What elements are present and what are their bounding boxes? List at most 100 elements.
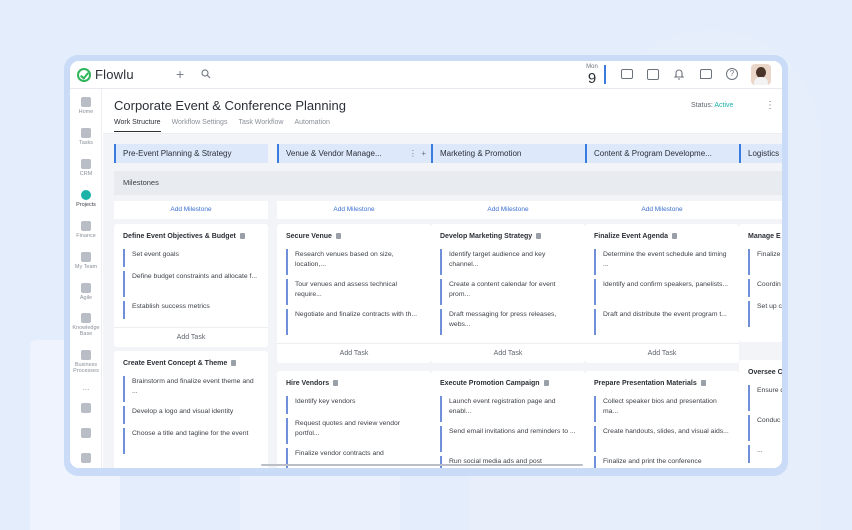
milestone-card[interactable]: Secure Venue Research venues based on si…: [277, 224, 431, 363]
list-item[interactable]: Identify and confirm speakers, panelists…: [594, 279, 730, 305]
column-header[interactable]: Pre-Event Planning & Strategy: [114, 144, 268, 163]
list-item[interactable]: Identify target audience and key channel…: [440, 249, 576, 275]
add-task-button[interactable]: Add Task: [277, 343, 431, 363]
list-item[interactable]: Identify key vendors: [286, 396, 422, 414]
add-milestone-button[interactable]: Add Milestone: [585, 201, 739, 219]
sidebar-item-label: Home: [78, 109, 94, 115]
milestone-card[interactable]: Create Event Concept & Theme Brainstorm …: [114, 351, 268, 468]
document-icon: [333, 380, 339, 386]
milestones-row: Milestones: [114, 171, 782, 195]
column-header[interactable]: Venue & Vendor Manage... ⋮ +: [277, 144, 431, 163]
sidebar-item-projects[interactable]: Projects: [70, 190, 102, 208]
mail-icon[interactable]: [621, 69, 633, 79]
list-item[interactable]: Conduc all st...: [748, 415, 782, 441]
list-item[interactable]: Draft and distribute the event program t…: [594, 309, 730, 335]
user-avatar[interactable]: [751, 64, 771, 85]
list-item[interactable]: Coordin: [748, 279, 782, 297]
list-item[interactable]: Finalize and s...: [748, 249, 782, 275]
tab-workflow-settings[interactable]: Workflow Settings: [172, 119, 228, 132]
document-icon: [672, 233, 678, 239]
list-item[interactable]: Create a content calendar for event prom…: [440, 279, 576, 305]
list-item[interactable]: Brainstorm and finalize event theme and …: [123, 376, 259, 402]
list-item[interactable]: Tour venues and assess technical require…: [286, 279, 422, 305]
sidebar-item-agile[interactable]: Agile: [70, 283, 102, 301]
date-widget[interactable]: Mon 9: [582, 64, 602, 86]
column-header[interactable]: Logistics: [739, 144, 782, 163]
home-icon: [81, 97, 91, 107]
column-tools[interactable]: ⋮ +: [409, 144, 426, 163]
column-header[interactable]: Marketing & Promotion: [431, 144, 585, 163]
list-item[interactable]: Set event goals: [123, 249, 259, 267]
sidebar-item-business-processes[interactable]: Business Processes: [70, 350, 102, 374]
tab-task-workflow[interactable]: Task Workflow: [238, 119, 283, 132]
search-icon[interactable]: [201, 69, 211, 81]
tab-automation[interactable]: Automation: [294, 119, 329, 132]
document-icon: [543, 380, 549, 386]
list-item[interactable]: Create handouts, slides, and visual aids…: [594, 426, 730, 452]
sidebar-item-label: Finance: [76, 233, 96, 239]
add-milestone-button[interactable]: Add Milestone: [431, 201, 585, 219]
add-milestone-button[interactable]: [739, 201, 782, 219]
sidebar-item-label: Tasks: [78, 140, 94, 146]
column-header[interactable]: Content & Program Developme...: [585, 144, 739, 163]
sidebar-item-home[interactable]: Home: [70, 97, 102, 115]
add-milestone-button[interactable]: Add Milestone: [114, 201, 268, 219]
list-item[interactable]: Launch event registration page and enabl…: [440, 396, 576, 422]
more-options-icon[interactable]: ⋮: [765, 100, 775, 111]
list-item[interactable]: Collect speaker bios and presentation ma…: [594, 396, 730, 422]
milestone-card[interactable]: Execute Promotion Campaign Launch event …: [431, 371, 585, 468]
sidebar-item-finance[interactable]: Finance: [70, 221, 102, 239]
milestone-card[interactable]: Manage E Finalize and s... Coordin Set u…: [739, 224, 782, 342]
horizontal-scrollbar[interactable]: [261, 464, 583, 466]
card-title-text: Define Event Objectives & Budget: [123, 233, 236, 240]
list-item[interactable]: ...: [748, 445, 782, 463]
add-task-button[interactable]: Add Task: [431, 343, 585, 363]
list-item[interactable]: Set up c layouts: [748, 301, 782, 327]
project-status[interactable]: Status: Active: [691, 102, 733, 109]
milestone-card[interactable]: Develop Marketing Strategy Identify targ…: [431, 224, 585, 363]
list-item[interactable]: Draft messaging for press releases, webs…: [440, 309, 576, 335]
tab-work-structure[interactable]: Work Structure: [114, 119, 161, 132]
card-title-text: Prepare Presentation Materials: [594, 380, 697, 387]
list-item[interactable]: Run social media ads and post: [440, 456, 576, 468]
sidebar-extra-2[interactable]: [70, 428, 102, 440]
logo-check-icon: [77, 67, 91, 82]
list-item[interactable]: Determine the event schedule and timing …: [594, 249, 730, 275]
add-task-button[interactable]: Add Task: [585, 343, 739, 363]
sidebar-item-label: Agile: [79, 295, 93, 301]
sidebar-item-crm[interactable]: CRM: [70, 159, 102, 177]
add-milestone-button[interactable]: Add Milestone: [277, 201, 431, 219]
plus-icon[interactable]: +: [176, 67, 184, 81]
app-logo[interactable]: Flowlu: [77, 67, 134, 82]
sidebar-item-label: Projects: [76, 202, 96, 208]
column-title: Venue & Vendor Manage...: [286, 149, 382, 158]
list-item[interactable]: Finalize and print the conference: [594, 456, 730, 468]
sidebar-extra-3[interactable]: [70, 453, 102, 465]
sidebar-extra-1[interactable]: [70, 403, 102, 415]
add-task-button[interactable]: Add Task: [114, 327, 268, 347]
sidebar-item-knowledge-base[interactable]: Knowledge Base: [70, 313, 102, 337]
notes-icon[interactable]: [647, 69, 659, 80]
document-icon: [239, 233, 245, 239]
list-item[interactable]: Develop a logo and visual identity: [123, 406, 259, 424]
milestone-card[interactable]: Finalize Event Agenda Determine the even…: [585, 224, 739, 363]
list-item[interactable]: Research venues based on size, location,…: [286, 249, 422, 275]
milestone-card[interactable]: Prepare Presentation Materials Collect s…: [585, 371, 739, 468]
knowledge-base-icon: [81, 313, 91, 323]
list-item[interactable]: Negotiate and finalize contracts with th…: [286, 309, 422, 335]
list-item[interactable]: Ensure duties: [748, 385, 782, 411]
help-icon[interactable]: ?: [726, 68, 738, 80]
list-item[interactable]: Send email invitations and reminders to …: [440, 426, 576, 452]
list-item[interactable]: Choose a title and tagline for the event: [123, 428, 259, 454]
chat-icon[interactable]: [700, 69, 712, 79]
milestone-card[interactable]: Define Event Objectives & Budget Set eve…: [114, 224, 268, 347]
sidebar-item-more[interactable]: ...: [70, 384, 102, 392]
milestone-card[interactable]: Hire Vendors Identify key vendors Reques…: [277, 371, 431, 468]
list-item[interactable]: Define budget constraints and allocate f…: [123, 271, 259, 297]
list-item[interactable]: Request quotes and review vendor portfol…: [286, 418, 422, 444]
sidebar-item-tasks[interactable]: Tasks: [70, 128, 102, 146]
list-item[interactable]: Establish success metrics: [123, 301, 259, 319]
milestone-card[interactable]: Oversee C Ensure duties Conduc all st...…: [739, 360, 782, 468]
sidebar-item-my-team[interactable]: My Team: [70, 252, 102, 270]
bell-icon[interactable]: [673, 68, 685, 82]
